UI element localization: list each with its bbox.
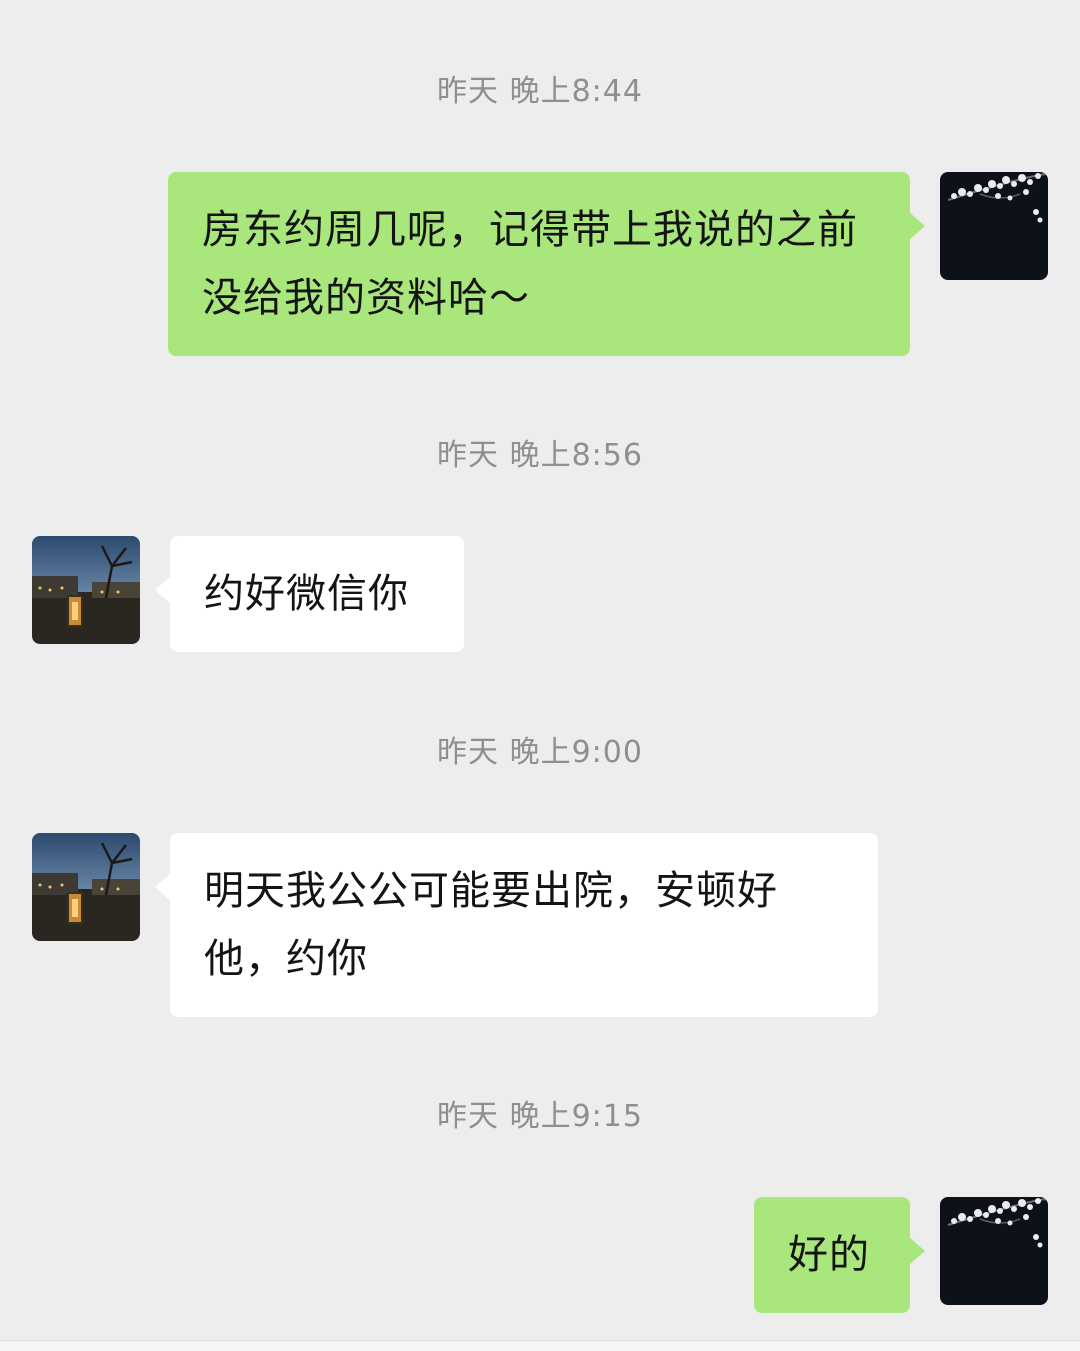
night-courtyard-avatar-icon [32,833,140,941]
timestamp: 昨天 晚上9:15 [437,1099,643,1134]
contact-avatar[interactable] [32,536,140,644]
timestamp: 昨天 晚上9:00 [437,735,643,770]
timestamp: 昨天 晚上8:44 [437,74,643,109]
my-message-bubble[interactable]: 好的 [754,1197,925,1313]
my-avatar[interactable] [940,1197,1048,1305]
my-avatar[interactable] [940,172,1048,280]
my-message-bubble[interactable]: 房东约周几呢，记得带上我说的之前没给我的资料哈～ [168,172,925,356]
input-bar-edge [0,1340,1080,1351]
contact-message-bubble[interactable]: 明天我公公可能要出院，安顿好他，约你 [155,833,878,1017]
contact-avatar[interactable] [32,833,140,941]
timestamp: 昨天 晚上8:56 [437,438,643,473]
plum-blossom-avatar-icon [940,172,1048,280]
night-courtyard-avatar-icon [32,536,140,644]
plum-blossom-avatar-icon [940,1197,1048,1305]
contact-message-bubble[interactable]: 约好微信你 [155,536,464,652]
